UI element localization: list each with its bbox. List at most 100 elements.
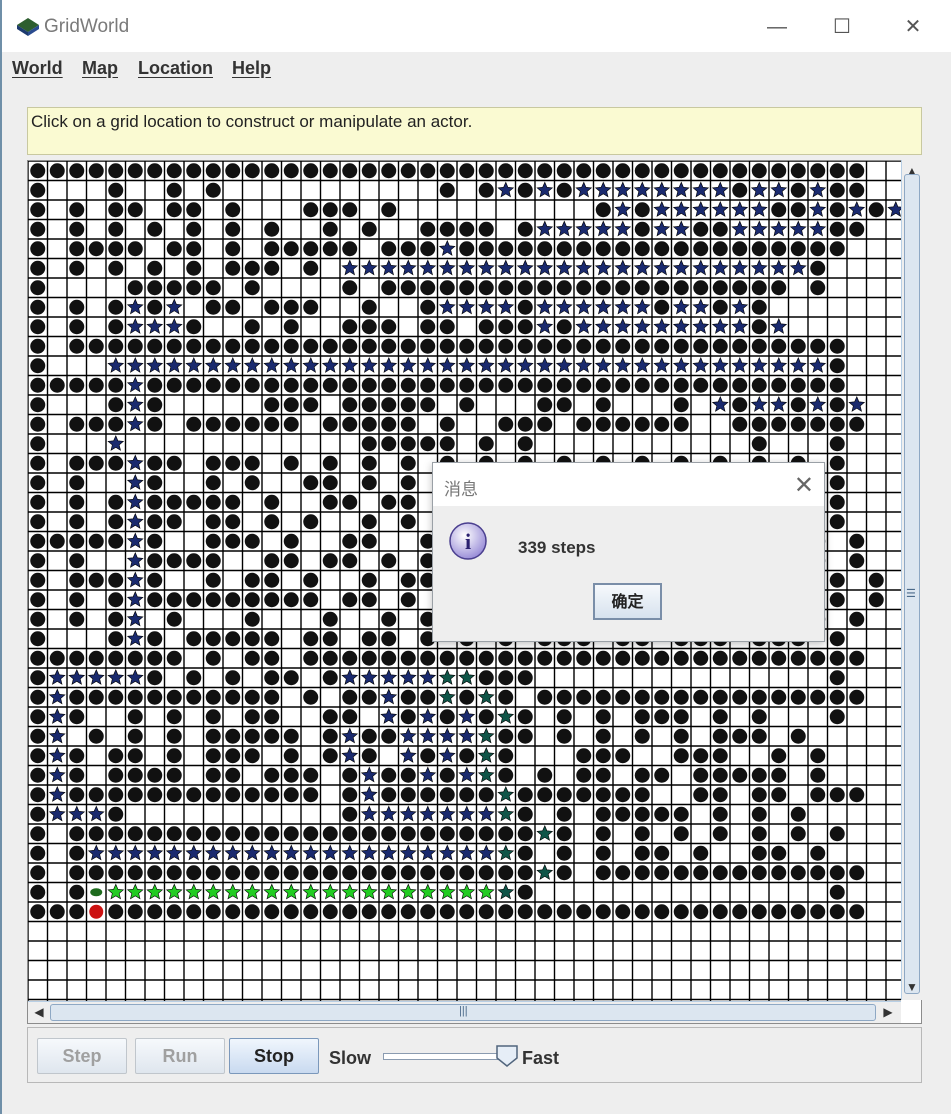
menu-location[interactable]: Location xyxy=(138,58,213,79)
rock-icon[interactable] xyxy=(459,163,475,179)
rock-icon[interactable] xyxy=(595,709,611,725)
menu-map[interactable]: Map xyxy=(82,58,118,79)
rock-icon[interactable] xyxy=(790,728,806,744)
flower-icon[interactable] xyxy=(614,318,632,334)
rock-icon[interactable] xyxy=(595,904,611,920)
flower-icon[interactable] xyxy=(419,805,437,822)
rock-icon[interactable] xyxy=(30,494,46,510)
rock-icon[interactable] xyxy=(634,221,650,237)
flower-icon[interactable] xyxy=(575,318,593,334)
rock-icon[interactable] xyxy=(478,182,494,198)
rock-icon[interactable] xyxy=(225,904,241,920)
rock-icon[interactable] xyxy=(400,787,416,803)
rock-icon[interactable] xyxy=(264,221,280,237)
rock-icon[interactable] xyxy=(381,416,397,432)
rock-icon[interactable] xyxy=(30,202,46,218)
rock-icon[interactable] xyxy=(615,377,631,393)
rock-icon[interactable] xyxy=(342,416,358,432)
rock-icon[interactable] xyxy=(498,241,514,257)
rock-icon[interactable] xyxy=(849,650,865,666)
flower-icon[interactable] xyxy=(48,805,66,822)
rock-icon[interactable] xyxy=(342,650,358,666)
rock-icon[interactable] xyxy=(127,338,143,354)
rock-icon[interactable] xyxy=(30,592,46,608)
rock-icon[interactable] xyxy=(829,904,845,920)
rock-icon[interactable] xyxy=(30,572,46,588)
flower-icon[interactable] xyxy=(672,298,690,315)
rock-icon[interactable] xyxy=(244,611,260,627)
flower-icon[interactable] xyxy=(48,669,66,685)
flower-icon[interactable] xyxy=(126,630,144,646)
rock-icon[interactable] xyxy=(517,806,533,822)
flower-icon[interactable] xyxy=(458,883,476,900)
rock-icon[interactable] xyxy=(595,845,611,861)
flower-icon[interactable] xyxy=(477,844,495,861)
flower-icon[interactable] xyxy=(87,844,105,861)
vertical-scrollbar[interactable]: ▲ ☰ ▼ xyxy=(901,160,922,1000)
flower-icon[interactable] xyxy=(458,259,476,276)
rock-icon[interactable] xyxy=(108,592,124,608)
rock-icon[interactable] xyxy=(439,377,455,393)
rock-icon[interactable] xyxy=(829,202,845,218)
rock-icon[interactable] xyxy=(69,572,85,588)
flower-icon[interactable] xyxy=(126,376,144,393)
rock-icon[interactable] xyxy=(459,904,475,920)
rock-icon[interactable] xyxy=(693,338,709,354)
rock-icon[interactable] xyxy=(498,670,514,686)
rock-icon[interactable] xyxy=(615,806,631,822)
rock-icon[interactable] xyxy=(69,475,85,491)
rock-icon[interactable] xyxy=(166,377,182,393)
rock-icon[interactable] xyxy=(244,904,260,920)
rock-icon[interactable] xyxy=(244,533,260,549)
flower-icon[interactable] xyxy=(419,883,437,900)
rock-icon[interactable] xyxy=(751,689,767,705)
rock-icon[interactable] xyxy=(361,865,377,881)
rock-icon[interactable] xyxy=(147,553,163,569)
rock-icon[interactable] xyxy=(400,689,416,705)
rock-icon[interactable] xyxy=(849,611,865,627)
flower-icon[interactable] xyxy=(107,669,125,685)
rock-icon[interactable] xyxy=(400,416,416,432)
rock-icon[interactable] xyxy=(69,904,85,920)
rock-icon[interactable] xyxy=(751,767,767,783)
rock-icon[interactable] xyxy=(868,592,884,608)
flower-icon[interactable] xyxy=(341,747,359,763)
flower-icon[interactable] xyxy=(126,396,144,412)
flower-icon[interactable] xyxy=(263,357,281,373)
flower-icon[interactable] xyxy=(789,220,807,237)
rock-icon[interactable] xyxy=(634,728,650,744)
rock-icon[interactable] xyxy=(49,533,65,549)
rock-icon[interactable] xyxy=(283,787,299,803)
rock-icon[interactable] xyxy=(654,416,670,432)
rock-icon[interactable] xyxy=(322,455,338,471)
rock-icon[interactable] xyxy=(225,592,241,608)
rock-icon[interactable] xyxy=(400,455,416,471)
flower-icon[interactable] xyxy=(731,298,749,315)
rock-icon[interactable] xyxy=(439,650,455,666)
rock-icon[interactable] xyxy=(615,241,631,257)
flower-icon[interactable] xyxy=(360,786,378,802)
rock-icon[interactable] xyxy=(264,338,280,354)
rock-icon[interactable] xyxy=(127,709,143,725)
rock-icon[interactable] xyxy=(459,377,475,393)
rock-icon[interactable] xyxy=(732,241,748,257)
rock-icon[interactable] xyxy=(420,280,436,296)
rock-icon[interactable] xyxy=(439,319,455,335)
rock-icon[interactable] xyxy=(556,163,572,179)
rock-icon[interactable] xyxy=(439,338,455,354)
rock-icon[interactable] xyxy=(264,767,280,783)
rock-icon[interactable] xyxy=(849,182,865,198)
rock-icon[interactable] xyxy=(69,416,85,432)
rock-icon[interactable] xyxy=(595,241,611,257)
rock-icon[interactable] xyxy=(342,202,358,218)
rock-icon[interactable] xyxy=(810,748,826,764)
rock-icon[interactable] xyxy=(732,650,748,666)
rock-icon[interactable] xyxy=(303,631,319,647)
rock-icon[interactable] xyxy=(147,670,163,686)
rock-icon[interactable] xyxy=(478,377,494,393)
flower-icon[interactable] xyxy=(360,357,378,373)
rock-icon[interactable] xyxy=(361,319,377,335)
rock-icon[interactable] xyxy=(361,455,377,471)
flower-icon[interactable] xyxy=(536,825,554,841)
flower-icon[interactable] xyxy=(497,708,515,724)
